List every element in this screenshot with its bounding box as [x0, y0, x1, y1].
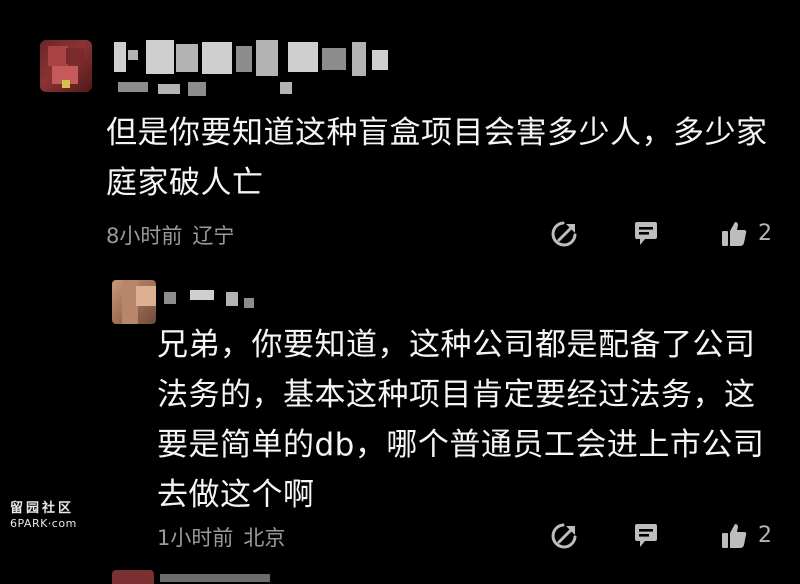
- avatar[interactable]: [40, 40, 92, 92]
- comment-location: 辽宁: [192, 224, 235, 248]
- comment-body: 但是你要知道这种盲盒项目会害多少人，多少家庭家破人亡: [106, 115, 768, 201]
- comment-meta: 8小时前 辽宁: [106, 220, 234, 250]
- watermark-domain: 6PARK·com: [10, 517, 77, 530]
- comment-body: 兄弟，你要知道，这种公司都是配备了公司法务的，基本这种项目肯定要经过法务，这要是…: [157, 327, 765, 513]
- comment-meta: 1小时前 北京: [157, 522, 285, 552]
- share-icon[interactable]: [550, 220, 578, 248]
- avatar[interactable]: [112, 570, 154, 584]
- comment-icon[interactable]: [632, 220, 660, 248]
- watermark-title: 留园社区: [10, 501, 75, 516]
- comment-icon[interactable]: [632, 522, 660, 550]
- reply-comment: 兄弟，你要知道，这种公司都是配备了公司法务的，基本这种项目肯定要经过法务，这要是…: [0, 268, 800, 568]
- thumbs-up-icon[interactable]: [720, 220, 748, 248]
- comment-actions: 2: [548, 220, 788, 250]
- username-blurred[interactable]: [110, 38, 410, 100]
- comment: 但是你要知道这种盲盒项目会害多少人，多少家庭家破人亡 8小时前 辽宁 2: [0, 0, 800, 268]
- username-blurred[interactable]: [160, 284, 280, 314]
- comment-actions: 2: [548, 522, 788, 552]
- username-blurred[interactable]: [160, 574, 270, 582]
- site-watermark: 留园社区 6PARK·com: [10, 497, 86, 530]
- comment-time: 8小时前: [106, 224, 183, 248]
- thumbs-up-icon[interactable]: [720, 522, 748, 550]
- like-count: 2: [758, 523, 772, 548]
- share-icon[interactable]: [550, 522, 578, 550]
- comment-location: 北京: [243, 526, 286, 550]
- like-count: 2: [758, 221, 772, 246]
- comment-time: 1小时前: [157, 526, 234, 550]
- avatar[interactable]: [112, 280, 156, 324]
